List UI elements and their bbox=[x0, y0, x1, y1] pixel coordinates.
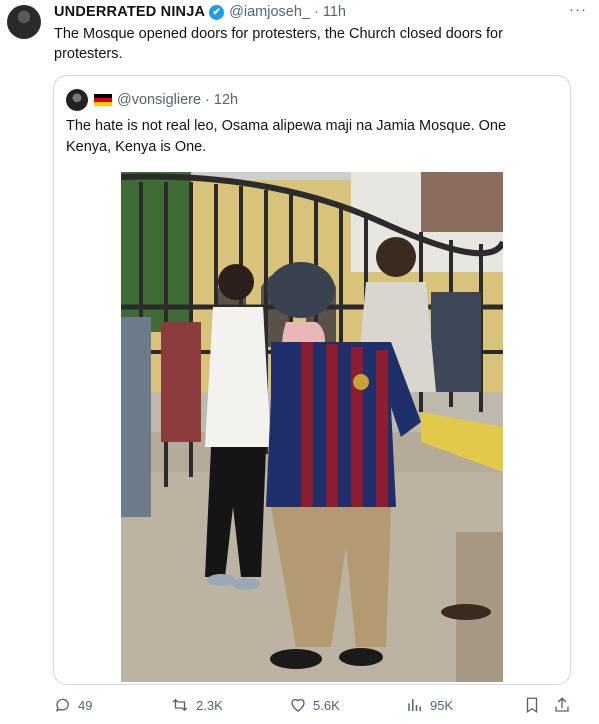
verified-badge-icon: ✔ bbox=[209, 4, 225, 20]
repost-count: 2.3K bbox=[196, 697, 223, 713]
like-count: 5.6K bbox=[313, 697, 340, 713]
author-avatar[interactable] bbox=[7, 5, 41, 39]
reply-icon bbox=[54, 696, 72, 714]
share-button[interactable] bbox=[553, 694, 577, 716]
quoted-author-handle: @vonsigliere bbox=[117, 92, 202, 108]
views-chart-icon bbox=[406, 696, 424, 714]
share-icon bbox=[553, 696, 571, 714]
quoted-author-avatar bbox=[66, 89, 88, 111]
germany-flag-icon bbox=[94, 94, 112, 106]
reply-count: 49 bbox=[78, 697, 93, 713]
bookmark-icon bbox=[524, 696, 540, 714]
views-button[interactable]: 95K bbox=[406, 694, 453, 716]
author-handle[interactable]: @iamjoseh_ bbox=[229, 4, 310, 20]
tweet-actions-bar: 49 2.3K 5.6K 95K bbox=[0, 694, 599, 718]
heart-icon bbox=[289, 696, 307, 714]
views-count: 95K bbox=[430, 697, 454, 713]
quoted-tweet-photo[interactable] bbox=[121, 172, 503, 682]
quoted-tweet[interactable]: @vonsigliere · 12h The hate is not real … bbox=[53, 75, 571, 685]
author-display-name[interactable]: UNDERRATED NINJA bbox=[54, 4, 205, 20]
separator-dot: · bbox=[205, 92, 210, 108]
quoted-tweet-text: The hate is not real leo, Osama alipewa … bbox=[66, 118, 507, 155]
bookmark-button[interactable] bbox=[524, 694, 546, 716]
tweet-text: The Mosque opened doors for protesters, … bbox=[54, 26, 503, 62]
repost-button[interactable]: 2.3K bbox=[170, 694, 223, 716]
quoted-tweet-timestamp: 12h bbox=[213, 92, 239, 108]
separator-dot: · bbox=[313, 4, 319, 20]
repost-icon bbox=[170, 696, 190, 714]
like-button[interactable]: 5.6K bbox=[289, 694, 340, 716]
reply-button[interactable]: 49 bbox=[54, 694, 92, 716]
tweet-header: UNDERRATED NINJA ✔ @iamjoseh_ · 11h bbox=[54, 2, 346, 22]
more-options-icon[interactable]: ··· bbox=[569, 1, 587, 18]
quoted-tweet-header: @vonsigliere · 12h bbox=[66, 89, 238, 111]
tweet-timestamp[interactable]: 11h bbox=[323, 4, 346, 20]
